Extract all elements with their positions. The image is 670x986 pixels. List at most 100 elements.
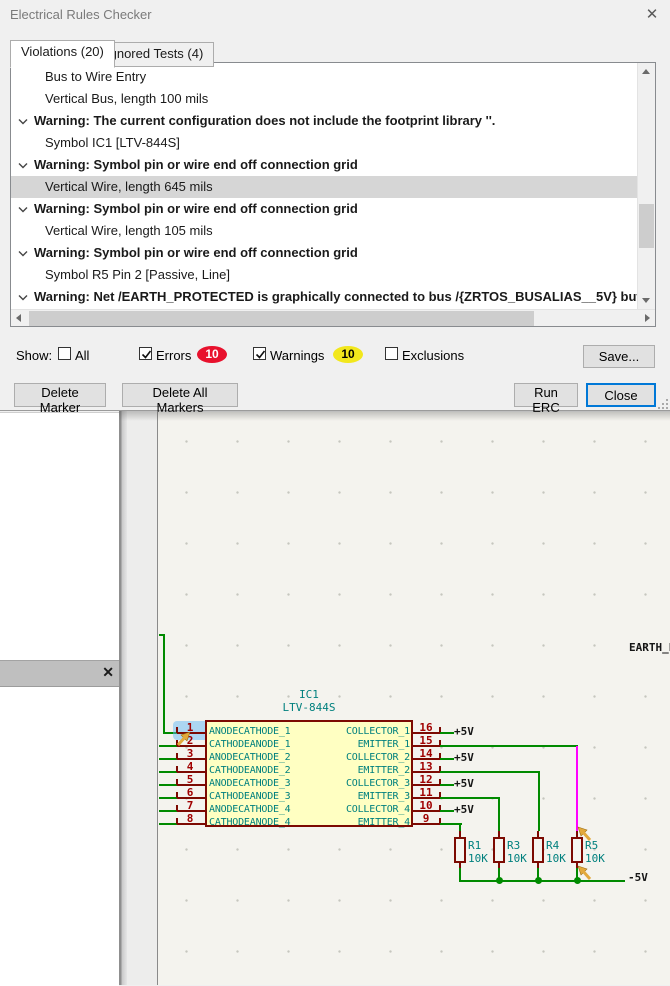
- chevron-down-icon[interactable]: [18, 294, 28, 301]
- violation-text: Bus to Wire Entry: [45, 69, 146, 84]
- net-label[interactable]: EARTH_P: [629, 641, 670, 654]
- editor-workspace: ✕ IC1 LTV-844S 1: [0, 411, 670, 985]
- wire: [440, 758, 454, 760]
- wire: [440, 784, 454, 786]
- kicad-eeschema-window: Electrical Rules Checker ✕ Violations (2…: [0, 0, 670, 985]
- chevron-down-icon[interactable]: [18, 118, 28, 125]
- power-label[interactable]: -5V: [628, 871, 648, 884]
- pin-number: 5: [182, 773, 198, 786]
- violation-group[interactable]: Warning: The current configuration does …: [11, 110, 656, 132]
- resistor-reference[interactable]: R3: [507, 839, 520, 852]
- violation-text: Symbol R5 Pin 2 [Passive, Line]: [45, 267, 230, 282]
- wire: [159, 810, 177, 812]
- power-label[interactable]: +5V: [454, 777, 474, 790]
- violation-item[interactable]: Bus to Wire Entry: [11, 66, 656, 88]
- resize-grip[interactable]: [658, 399, 668, 409]
- delete-marker-button[interactable]: Delete Marker: [14, 383, 106, 407]
- wire: [163, 634, 165, 734]
- chevron-down-icon[interactable]: [18, 250, 28, 257]
- scroll-up-icon[interactable]: [638, 63, 655, 80]
- panel-splitter[interactable]: [119, 411, 127, 985]
- scroll-left-icon[interactable]: [11, 310, 28, 327]
- scroll-right-icon[interactable]: [639, 310, 656, 327]
- erc-marker-icon[interactable]: [577, 865, 593, 881]
- errors-label: Errors: [156, 348, 191, 363]
- highlighted-wire[interactable]: [576, 746, 578, 831]
- ic-reference[interactable]: IC1: [258, 688, 360, 701]
- pin-name: COLLECTOR_1: [308, 726, 410, 738]
- pin-name: CATHODEANODE_3: [209, 791, 291, 803]
- resistor-value[interactable]: 10K: [546, 852, 566, 865]
- scrollbar-thumb[interactable]: [639, 204, 654, 248]
- violation-text: Vertical Bus, length 100 mils: [45, 91, 208, 106]
- pin-tick: [176, 792, 178, 798]
- horizontal-scrollbar[interactable]: [11, 309, 656, 327]
- pin-number: 9: [414, 812, 438, 825]
- ic-value[interactable]: LTV-844S: [258, 701, 360, 714]
- erc-marker-icon[interactable]: [577, 826, 593, 842]
- pin-tick: [176, 766, 178, 772]
- pin-name: COLLECTOR_3: [308, 778, 410, 790]
- resistor-reference[interactable]: R4: [546, 839, 559, 852]
- junction-dot: [535, 877, 542, 884]
- violations-list[interactable]: Bus to Wire Entry Vertical Bus, length 1…: [10, 62, 656, 327]
- violation-group[interactable]: Warning: Symbol pin or wire end off conn…: [11, 154, 656, 176]
- wire: [440, 797, 500, 799]
- resistor-symbol[interactable]: [532, 837, 544, 863]
- chevron-down-icon[interactable]: [18, 162, 28, 169]
- resistor-reference[interactable]: R1: [468, 839, 481, 852]
- delete-all-markers-button[interactable]: Delete All Markers: [122, 383, 238, 407]
- all-checkbox[interactable]: [58, 347, 71, 360]
- panel-close-icon[interactable]: ✕: [102, 664, 114, 681]
- pin-name: CATHODEANODE_1: [209, 739, 291, 751]
- close-icon[interactable]: ✕: [643, 5, 661, 23]
- violation-text: Symbol IC1 [LTV-844S]: [45, 135, 180, 150]
- warnings-checkbox[interactable]: [253, 347, 266, 360]
- violation-group[interactable]: Warning: Symbol pin or wire end off conn…: [11, 198, 656, 220]
- wire: [498, 798, 500, 831]
- violation-text: Vertical Wire, length 105 mils: [45, 223, 213, 238]
- violation-item-selected[interactable]: Vertical Wire, length 645 mils: [11, 176, 656, 198]
- chevron-down-icon[interactable]: [18, 206, 28, 213]
- run-erc-button[interactable]: Run ERC: [514, 383, 578, 407]
- resistor-value[interactable]: 10K: [507, 852, 527, 865]
- power-label[interactable]: +5V: [454, 725, 474, 738]
- save-button[interactable]: Save...: [583, 345, 655, 368]
- dialog-titlebar[interactable]: Electrical Rules Checker ✕: [0, 0, 670, 30]
- resistor-symbol[interactable]: [493, 837, 505, 863]
- wire: [459, 824, 461, 831]
- vertical-scrollbar[interactable]: [637, 63, 655, 309]
- violation-item[interactable]: Vertical Bus, length 100 mils: [11, 88, 656, 110]
- wire: [538, 772, 540, 831]
- filter-row: Show: All Errors 10 Warnings 10 Exclusio…: [0, 342, 670, 372]
- erc-marker-icon[interactable]: [175, 731, 191, 747]
- resistor-symbol[interactable]: [454, 837, 466, 863]
- pin-number: 8: [182, 812, 198, 825]
- pin-number: 7: [182, 799, 198, 812]
- pin-tick: [176, 818, 178, 824]
- pin-name: COLLECTOR_4: [308, 804, 410, 816]
- scrollbar-thumb[interactable]: [29, 311, 534, 326]
- resistor-value[interactable]: 10K: [585, 852, 605, 865]
- pin-number: 11: [414, 786, 438, 799]
- tab-violations[interactable]: Violations (20): [10, 40, 115, 68]
- exclusions-checkbox[interactable]: [385, 347, 398, 360]
- power-label[interactable]: +5V: [454, 751, 474, 764]
- power-label[interactable]: +5V: [454, 803, 474, 816]
- wire: [159, 758, 177, 760]
- close-button[interactable]: Close: [586, 383, 656, 407]
- resistor-value[interactable]: 10K: [468, 852, 488, 865]
- pin-name: CATHODEANODE_2: [209, 765, 291, 777]
- panel-header-bar[interactable]: ✕: [0, 660, 119, 687]
- pin-name: EMITTER_2: [308, 765, 410, 777]
- violation-item[interactable]: Vertical Wire, length 105 mils: [11, 220, 656, 242]
- pin-name: EMITTER_3: [308, 791, 410, 803]
- violation-item[interactable]: Symbol R5 Pin 2 [Passive, Line]: [11, 264, 656, 286]
- schematic-canvas[interactable]: IC1 LTV-844S 1ANODECATHODE_1 2CATHODEANO…: [158, 412, 670, 985]
- scroll-down-icon[interactable]: [638, 292, 655, 309]
- violation-item[interactable]: Symbol IC1 [LTV-844S]: [11, 132, 656, 154]
- errors-checkbox[interactable]: [139, 347, 152, 360]
- all-label: All: [75, 348, 89, 363]
- violation-group[interactable]: Warning: Symbol pin or wire end off conn…: [11, 242, 656, 264]
- violation-group[interactable]: Warning: Net /EARTH_PROTECTED is graphic…: [11, 286, 656, 308]
